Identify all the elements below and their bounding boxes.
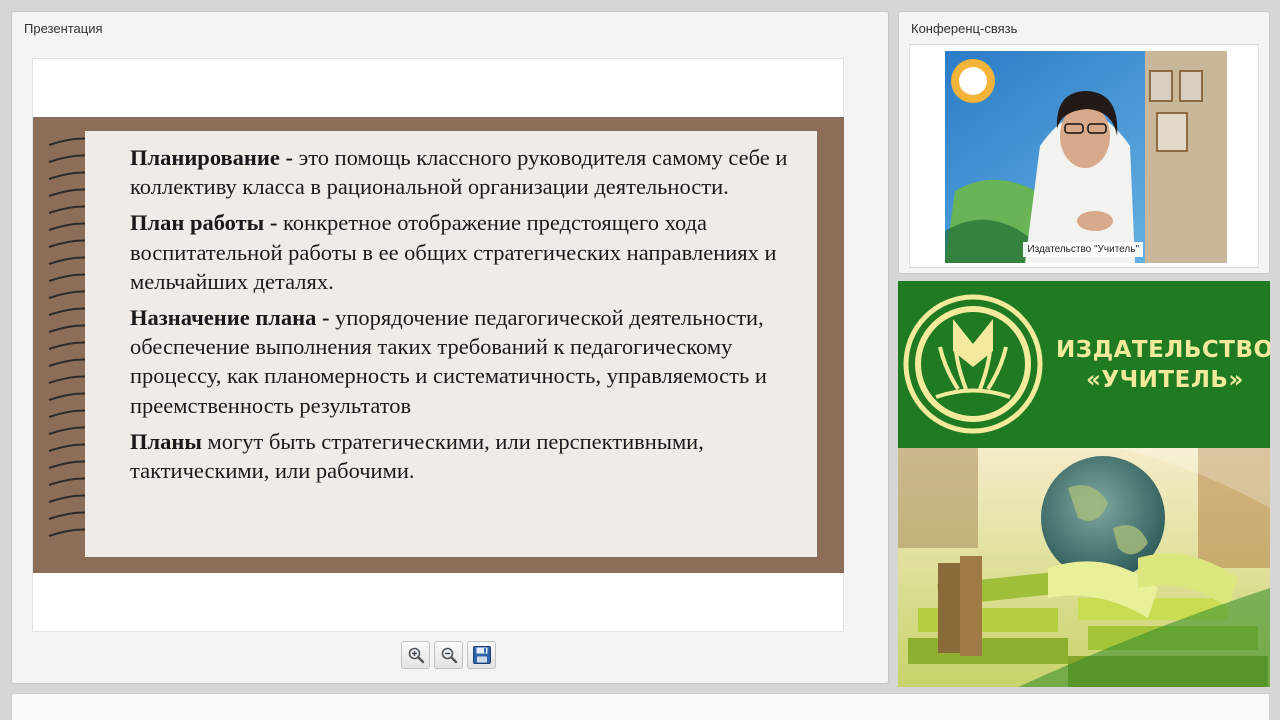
slide-term: Назначение плана - bbox=[130, 305, 330, 331]
conference-panel-title: Конференц-связь bbox=[911, 21, 1018, 36]
publisher-logo-icon bbox=[903, 294, 1043, 434]
bottom-panel bbox=[11, 693, 1270, 720]
video-container: Издательство "Учитель" bbox=[909, 44, 1259, 268]
slide-viewer[interactable]: Планирование - это помощь классного руко… bbox=[32, 58, 844, 632]
zoom-in-button[interactable] bbox=[401, 641, 430, 669]
zoom-in-icon bbox=[408, 647, 424, 664]
publisher-banner: ИЗДАТЕЛЬСТВО «УЧИТЕЛЬ» bbox=[898, 281, 1270, 687]
webcam-video[interactable]: Издательство "Учитель" bbox=[945, 51, 1227, 263]
conference-panel: Конференц-связь Издательство "Учитель" bbox=[898, 11, 1270, 274]
banner-header: ИЗДАТЕЛЬСТВО «УЧИТЕЛЬ» bbox=[898, 281, 1270, 448]
video-caption: Издательство "Учитель" bbox=[1023, 242, 1143, 257]
presentation-panel: Презентация Планирование - это помощь кл… bbox=[11, 11, 889, 684]
slide-text: Планирование - это помощь классного руко… bbox=[130, 143, 820, 492]
save-button[interactable] bbox=[467, 641, 496, 669]
presentation-toolbar bbox=[401, 641, 496, 671]
presenter-video-frame bbox=[945, 51, 1227, 263]
books-and-globe-illustration bbox=[898, 448, 1270, 687]
slide-definition: могут быть стратегическими, или перспект… bbox=[130, 428, 704, 484]
brand-name-line2: «УЧИТЕЛЬ» bbox=[1086, 367, 1244, 393]
brand-name-line1: ИЗДАТЕЛЬСТВО bbox=[1056, 337, 1270, 363]
slide-paragraph: Назначение плана - упорядочение педагоги… bbox=[130, 303, 820, 420]
slide-paragraph: План работы - конкретное отображение пре… bbox=[130, 208, 820, 296]
slide-term: Планирование - bbox=[130, 145, 293, 170]
zoom-out-icon bbox=[441, 647, 457, 664]
zoom-out-button[interactable] bbox=[434, 641, 463, 669]
slide-paper: Планирование - это помощь классного руко… bbox=[85, 131, 817, 557]
slide-paragraph: Планы могут быть стратегическими, или пе… bbox=[130, 427, 820, 485]
slide-paragraph: Планирование - это помощь классного руко… bbox=[130, 143, 820, 201]
slide-term: План работы - bbox=[130, 210, 278, 236]
slide-term: Планы bbox=[130, 428, 202, 454]
presentation-panel-title: Презентация bbox=[24, 21, 103, 36]
banner-books-image bbox=[898, 448, 1270, 687]
floppy-disk-icon bbox=[472, 646, 491, 664]
slide: Планирование - это помощь классного руко… bbox=[33, 117, 844, 573]
